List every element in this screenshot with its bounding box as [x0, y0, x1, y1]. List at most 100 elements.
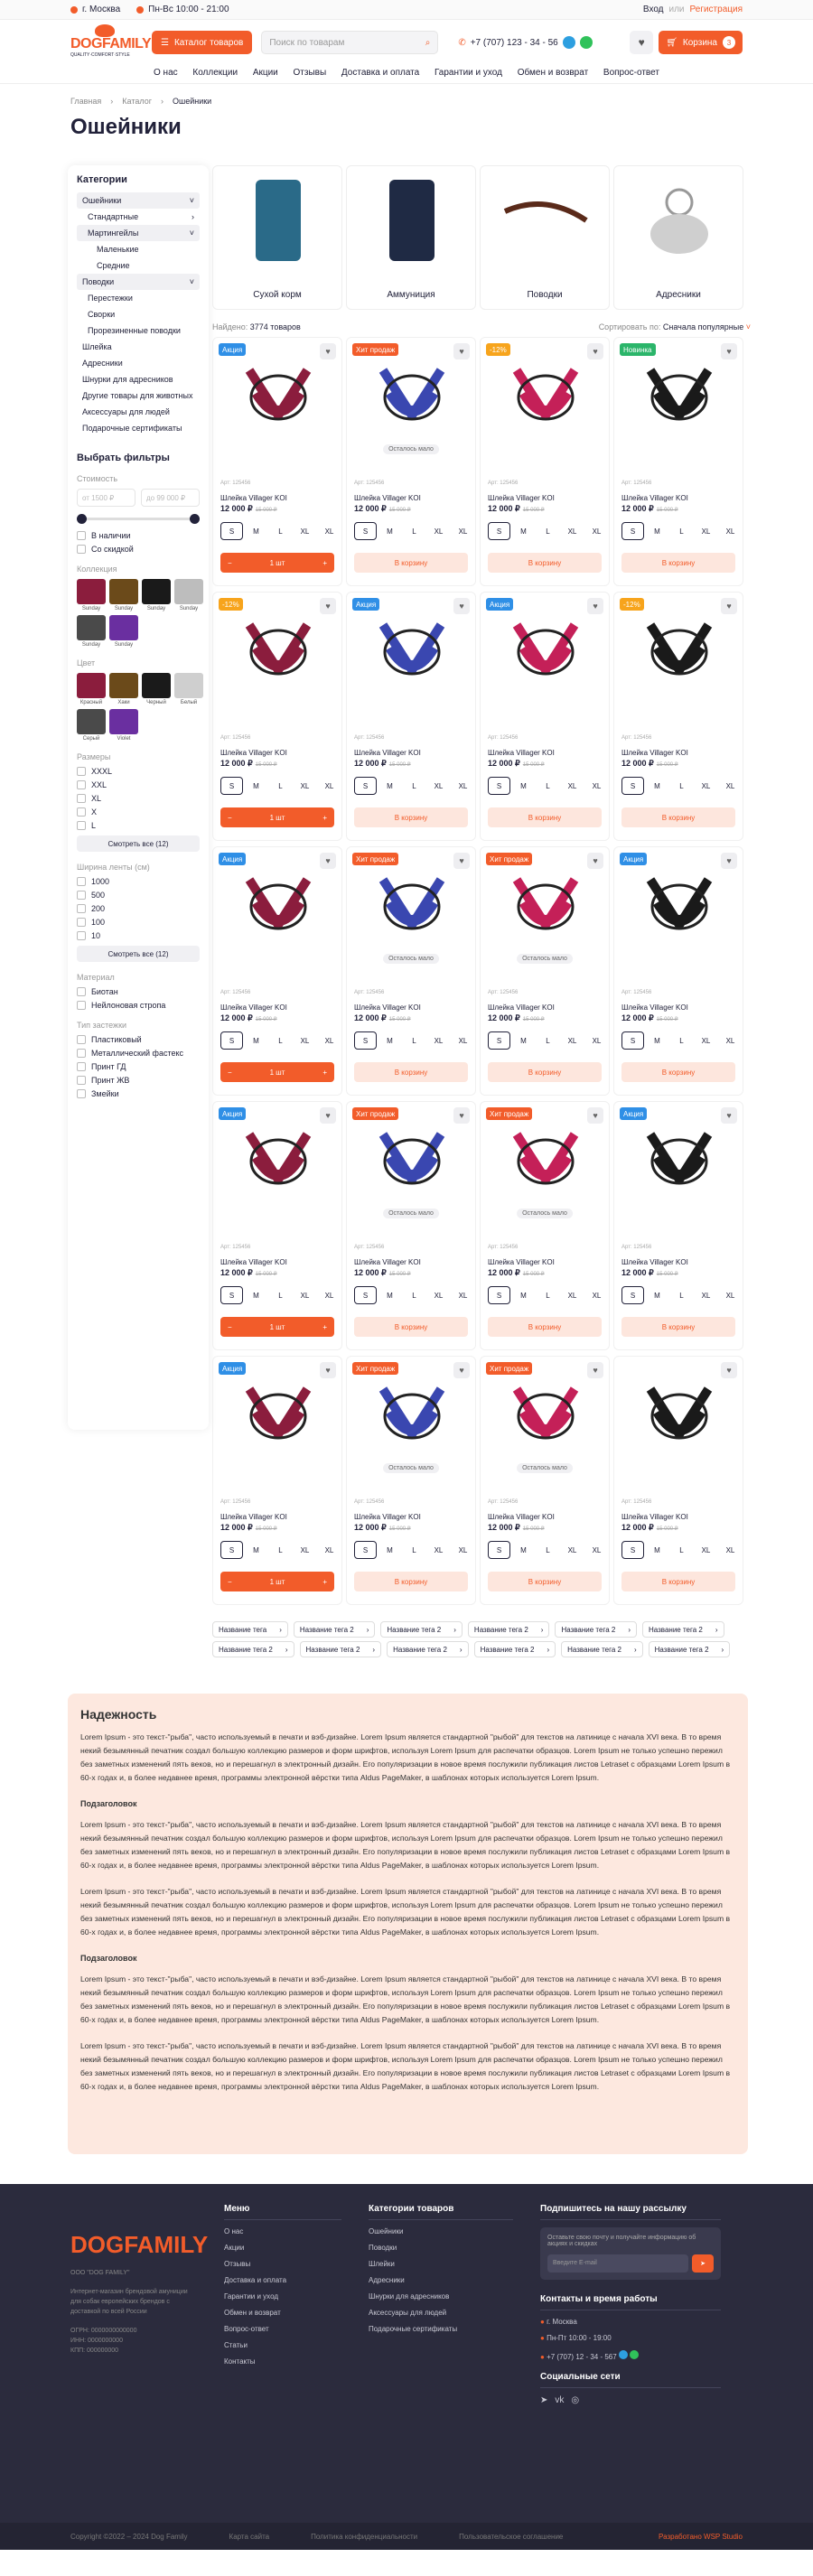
- size-option[interactable]: S: [220, 522, 243, 540]
- size-option[interactable]: S: [220, 777, 243, 795]
- telegram-icon[interactable]: [618, 2350, 628, 2359]
- category-item[interactable]: Прорезиненные поводки: [77, 322, 200, 339]
- product-name[interactable]: Шлейка Villager KOI: [488, 1258, 555, 1266]
- product-card[interactable]: Хит продаж ♥ Осталось мало Арт: 125456 Шлейк…: [346, 1101, 476, 1350]
- size-option[interactable]: L: [269, 777, 292, 795]
- footer-logo[interactable]: DOGFAMILY: [70, 2231, 208, 2259]
- footer-category-link[interactable]: Ошейники: [369, 2227, 513, 2235]
- footer-menu-link[interactable]: Доставка и оплата: [224, 2276, 341, 2284]
- swatch[interactable]: Sunday: [77, 615, 106, 648]
- plus-icon[interactable]: +: [322, 1323, 327, 1331]
- add-to-cart-button[interactable]: В корзину: [621, 1572, 735, 1591]
- size-option[interactable]: S: [621, 522, 644, 540]
- size-option[interactable]: M: [646, 522, 668, 540]
- size-option[interactable]: M: [646, 1541, 668, 1559]
- size-option[interactable]: M: [512, 1541, 535, 1559]
- size-option[interactable]: XL: [294, 777, 316, 795]
- size-option[interactable]: XL: [452, 1286, 474, 1304]
- size-option[interactable]: S: [220, 1286, 243, 1304]
- product-card[interactable]: Хит продаж ♥ Осталось мало Арт: 125456 Шлейк…: [346, 846, 476, 1096]
- swatch[interactable]: Sunday: [77, 579, 106, 611]
- category-item[interactable]: Адресники: [77, 355, 200, 371]
- price-slider[interactable]: [77, 514, 200, 524]
- size-option[interactable]: XL: [585, 777, 608, 795]
- nav-item[interactable]: Коллекции: [192, 68, 238, 78]
- size-option[interactable]: XL: [294, 1031, 316, 1050]
- size-option[interactable]: L: [670, 1541, 693, 1559]
- size-option[interactable]: S: [488, 1541, 510, 1559]
- size-option[interactable]: L: [269, 1031, 292, 1050]
- size-option[interactable]: L: [537, 777, 559, 795]
- swatch[interactable]: Хаки: [109, 673, 138, 705]
- size-option[interactable]: XL: [719, 1031, 742, 1050]
- category-tile[interactable]: Сухой корм: [212, 165, 342, 310]
- plus-icon[interactable]: +: [322, 1069, 327, 1077]
- product-name[interactable]: Шлейка Villager KOI: [354, 494, 421, 502]
- footer-category-link[interactable]: Шнурки для адресников: [369, 2292, 513, 2301]
- product-name[interactable]: Шлейка Villager KOI: [220, 1513, 287, 1521]
- tag-chip[interactable]: Название тега 2 ›: [380, 1621, 463, 1638]
- logo[interactable]: DOGFAMILY QUALITY·COMFORT·STYLE: [70, 24, 152, 61]
- size-option[interactable]: M: [378, 777, 401, 795]
- size-option[interactable]: XL: [452, 1541, 474, 1559]
- swatch[interactable]: Sunday: [109, 579, 138, 611]
- slider-handle-min[interactable]: [77, 514, 87, 524]
- filter-checkbox[interactable]: Металлический фастекс: [77, 1049, 200, 1058]
- size-option[interactable]: S: [488, 522, 510, 540]
- size-option[interactable]: L: [269, 1286, 292, 1304]
- city-selector[interactable]: г. Москва: [70, 5, 120, 14]
- tag-chip[interactable]: Название тега 2 ›: [555, 1621, 637, 1638]
- instagram-icon[interactable]: ◎: [571, 2395, 579, 2405]
- product-name[interactable]: Шлейка Villager KOI: [488, 1513, 555, 1521]
- category-item[interactable]: Перестежки: [77, 290, 200, 306]
- plus-icon[interactable]: +: [322, 559, 327, 567]
- product-card[interactable]: Хит продаж ♥ Осталось мало Арт: 125456 Шлейк…: [480, 1356, 610, 1605]
- size-option[interactable]: L: [670, 777, 693, 795]
- swatch[interactable]: Серый: [77, 709, 106, 742]
- favorites-heart-icon[interactable]: ♥: [630, 31, 654, 54]
- product-card[interactable]: Акция ♥ Арт: 125456 Шлейка Villager KOI 12 0…: [613, 846, 743, 1096]
- size-option[interactable]: M: [378, 1031, 401, 1050]
- swatch[interactable]: Sunday: [142, 579, 171, 611]
- size-option[interactable]: XL: [318, 1286, 341, 1304]
- size-option[interactable]: M: [245, 1031, 267, 1050]
- register-link[interactable]: Регистрация: [690, 5, 743, 14]
- product-card[interactable]: Хит продаж ♥ Осталось мало Арт: 125456 Шлейк…: [346, 1356, 476, 1605]
- product-card[interactable]: ♥ Арт: 125456 Шлейка Villager KOI 12 000 ₽1…: [613, 1356, 743, 1605]
- filter-checkbox[interactable]: Принт ГД: [77, 1062, 200, 1071]
- product-card[interactable]: Акция ♥ Арт: 125456 Шлейка Villager KOI 12 0…: [212, 1356, 342, 1605]
- size-option[interactable]: S: [488, 777, 510, 795]
- product-card[interactable]: -12% ♥ Арт: 125456 Шлейка Villager KOI 12 00…: [613, 592, 743, 841]
- filter-checkbox[interactable]: 500: [77, 891, 200, 900]
- size-option[interactable]: XL: [585, 1286, 608, 1304]
- category-tile[interactable]: Поводки: [480, 165, 610, 310]
- size-option[interactable]: L: [670, 522, 693, 540]
- add-to-cart-button[interactable]: В корзину: [488, 553, 602, 573]
- size-option[interactable]: XL: [695, 1286, 717, 1304]
- size-option[interactable]: XL: [585, 1031, 608, 1050]
- add-to-cart-button[interactable]: В корзину: [488, 807, 602, 827]
- in-stock-checkbox[interactable]: В наличии: [77, 531, 200, 540]
- breadcrumb-home[interactable]: Главная: [70, 97, 101, 106]
- size-option[interactable]: S: [621, 777, 644, 795]
- add-to-cart-button[interactable]: В корзину: [354, 1572, 468, 1591]
- footer-category-link[interactable]: Шлейки: [369, 2260, 513, 2268]
- swatch[interactable]: Белый: [174, 673, 203, 705]
- size-option[interactable]: S: [354, 1286, 377, 1304]
- size-option[interactable]: L: [537, 1541, 559, 1559]
- product-name[interactable]: Шлейка Villager KOI: [220, 749, 287, 757]
- minus-icon[interactable]: −: [228, 814, 232, 822]
- minus-icon[interactable]: −: [228, 1069, 232, 1077]
- footer-category-link[interactable]: Адресники: [369, 2276, 513, 2284]
- size-option[interactable]: L: [403, 1031, 425, 1050]
- footer-menu-link[interactable]: Отзывы: [224, 2260, 341, 2268]
- product-card[interactable]: Акция ♥ Арт: 125456 Шлейка Villager KOI 12 0…: [212, 1101, 342, 1350]
- size-option[interactable]: M: [245, 1541, 267, 1559]
- size-option[interactable]: XL: [427, 1541, 450, 1559]
- nav-item[interactable]: О нас: [154, 68, 178, 78]
- size-option[interactable]: XL: [452, 777, 474, 795]
- footer-menu-link[interactable]: Акции: [224, 2244, 341, 2252]
- size-option[interactable]: M: [646, 1031, 668, 1050]
- size-option[interactable]: S: [354, 777, 377, 795]
- size-option[interactable]: S: [354, 1541, 377, 1559]
